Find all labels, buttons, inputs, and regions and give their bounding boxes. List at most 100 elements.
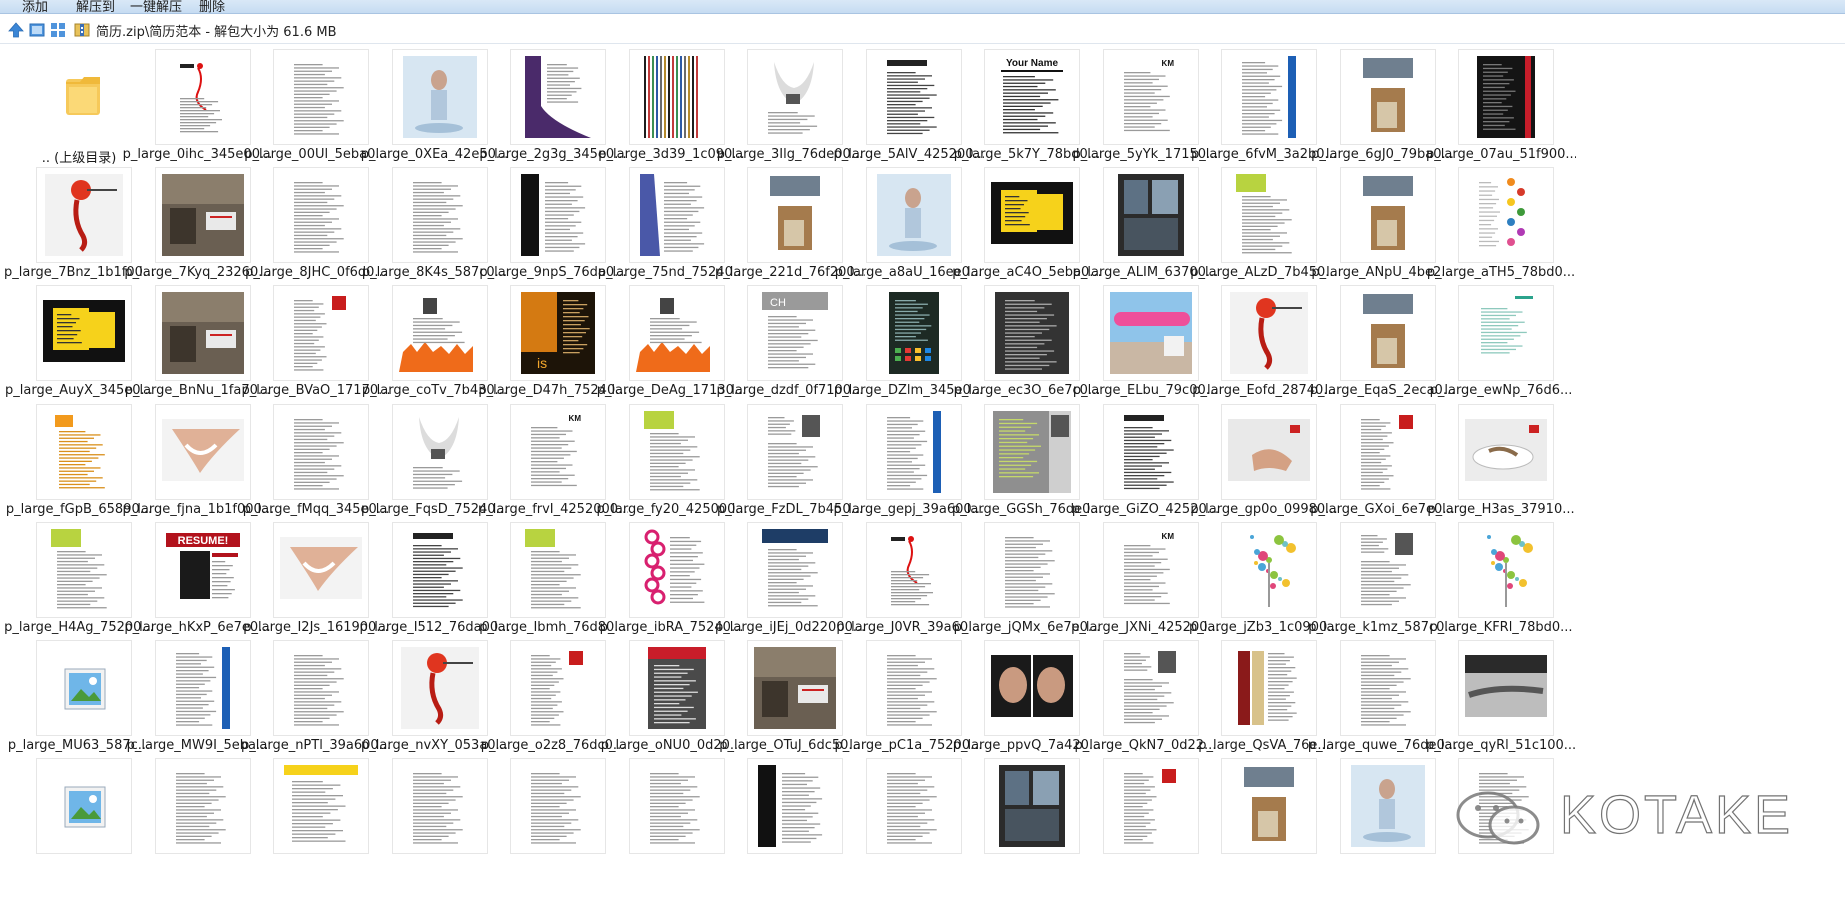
archive-path[interactable]: 简历.zip\简历范本 - 解包大小为 61.6 MB: [96, 19, 1696, 41]
file-item[interactable]: [1432, 755, 1570, 889]
file-item[interactable]: p_large_07au_51f900...: [1426, 46, 1576, 180]
file-thumbnail: [36, 640, 132, 736]
file-item[interactable]: p_large_H3as_37910...: [1427, 401, 1575, 535]
file-item[interactable]: [840, 755, 978, 889]
address-bar: 简历.zip\简历范本 - 解包大小为 61.6 MB: [0, 15, 1845, 44]
file-item[interactable]: [1195, 755, 1333, 889]
one-click-extract-button[interactable]: 一键解压: [130, 0, 182, 13]
file-thumbnail: [391, 285, 488, 382]
file-item[interactable]: [129, 755, 267, 889]
file-thumbnail: Your Name: [984, 49, 1080, 145]
file-thumbnail: KM: [510, 403, 606, 500]
file-thumbnail: [628, 758, 725, 855]
file-thumbnail: [984, 521, 1080, 618]
file-thumbnail: [154, 49, 251, 145]
file-thumbnail: [984, 285, 1080, 382]
file-thumbnail: [628, 521, 725, 618]
file-name: p_large_07au_51f900...: [1426, 147, 1576, 162]
file-thumbnail: KM: [1102, 49, 1199, 145]
file-thumbnail: [628, 167, 725, 264]
file-item[interactable]: [721, 755, 859, 889]
file-thumbnail: [1339, 521, 1436, 618]
file-thumbnail: [1458, 167, 1554, 264]
file-thumbnail: [1221, 403, 1317, 500]
file-thumbnail: [865, 640, 962, 736]
file-thumbnail: [747, 167, 843, 264]
file-thumbnail: [865, 167, 962, 264]
file-thumbnail: [36, 49, 132, 145]
file-thumbnail: [1221, 521, 1317, 618]
file-thumbnail: [747, 403, 843, 500]
file-thumbnail: [154, 758, 251, 855]
file-item[interactable]: p_large_qyRl_51c100...: [1426, 637, 1576, 771]
file-thumbnail: [391, 49, 488, 145]
file-thumbnail: [1102, 403, 1199, 500]
file-thumbnail: [865, 403, 962, 500]
svg-text:is: is: [537, 355, 547, 371]
svg-text:Your Name: Your Name: [1006, 58, 1058, 69]
file-thumbnail: [36, 521, 132, 618]
file-thumbnail: [1458, 403, 1554, 500]
file-thumbnail: [273, 285, 369, 382]
svg-text:KM: KM: [569, 414, 582, 423]
file-thumbnail: [1458, 758, 1554, 855]
file-thumbnail: [1221, 640, 1317, 736]
file-thumbnail: [984, 640, 1080, 736]
file-thumbnail: [1458, 521, 1554, 618]
file-item[interactable]: [1314, 755, 1452, 889]
file-thumbnail: [1339, 758, 1436, 855]
file-thumbnail: [865, 285, 962, 382]
file-thumbnail: [36, 403, 132, 500]
file-item[interactable]: [247, 755, 385, 889]
file-thumbnail: [1339, 640, 1436, 736]
file-thumbnail: [1339, 49, 1436, 145]
file-thumbnail: [1458, 640, 1554, 736]
extract-to-button[interactable]: 解压到: [76, 0, 115, 13]
add-button[interactable]: 添加: [22, 0, 48, 13]
file-thumbnail: [391, 758, 488, 855]
file-thumbnail: [1221, 758, 1317, 855]
thumbnail-view-icon[interactable]: [27, 20, 47, 40]
file-thumbnail: [273, 758, 369, 855]
up-arrow-icon[interactable]: [6, 20, 26, 40]
file-thumbnail: [747, 640, 843, 736]
file-thumbnail: [391, 403, 488, 500]
delete-button[interactable]: 删除: [199, 0, 225, 13]
file-thumbnail: KM: [1102, 521, 1199, 618]
file-thumbnail: [865, 49, 962, 145]
file-thumbnail: [1339, 403, 1436, 500]
file-item[interactable]: [603, 755, 741, 889]
svg-text:RESUME!: RESUME!: [177, 535, 228, 547]
file-thumbnail: [36, 167, 132, 264]
file-thumbnail: [154, 640, 251, 736]
file-item[interactable]: [484, 755, 622, 889]
file-thumbnail: [154, 403, 251, 500]
file-item[interactable]: p_large_ewNp_76d6...: [1430, 282, 1572, 416]
grid-view-icon[interactable]: [48, 20, 68, 40]
file-thumbnail: [747, 521, 843, 618]
file-thumbnail: [747, 758, 843, 855]
file-item[interactable]: [958, 755, 1096, 889]
file-thumbnail: [273, 49, 369, 145]
file-thumbnail: [628, 49, 725, 145]
zip-archive-icon: [74, 23, 90, 37]
file-thumbnail: [510, 521, 606, 618]
file-name: p_large_aTH5_78bd0...: [1426, 265, 1576, 281]
file-thumbnail: [1458, 49, 1554, 145]
file-thumbnail: [510, 167, 606, 264]
file-grid: .. (上级目录) p_large_0ihc_345e00... p_large_0…: [0, 46, 1845, 917]
file-name: p_large_H3as_37910...: [1427, 501, 1575, 517]
svg-text:CH: CH: [770, 297, 786, 309]
file-thumbnail: [510, 758, 606, 855]
file-thumbnail: [1102, 758, 1199, 855]
svg-text:KM: KM: [1161, 532, 1174, 541]
file-item[interactable]: p_large_KFRl_78bd0...: [1429, 519, 1573, 653]
file-item[interactable]: [1077, 755, 1215, 889]
file-thumbnail: [1102, 167, 1199, 264]
file-thumbnail: [154, 167, 251, 264]
file-item[interactable]: [366, 755, 504, 889]
file-thumbnail: [1458, 285, 1554, 382]
file-item[interactable]: [10, 755, 148, 889]
file-item[interactable]: p_large_aTH5_78bd0...: [1427, 164, 1575, 298]
file-thumbnail: [1221, 167, 1317, 264]
